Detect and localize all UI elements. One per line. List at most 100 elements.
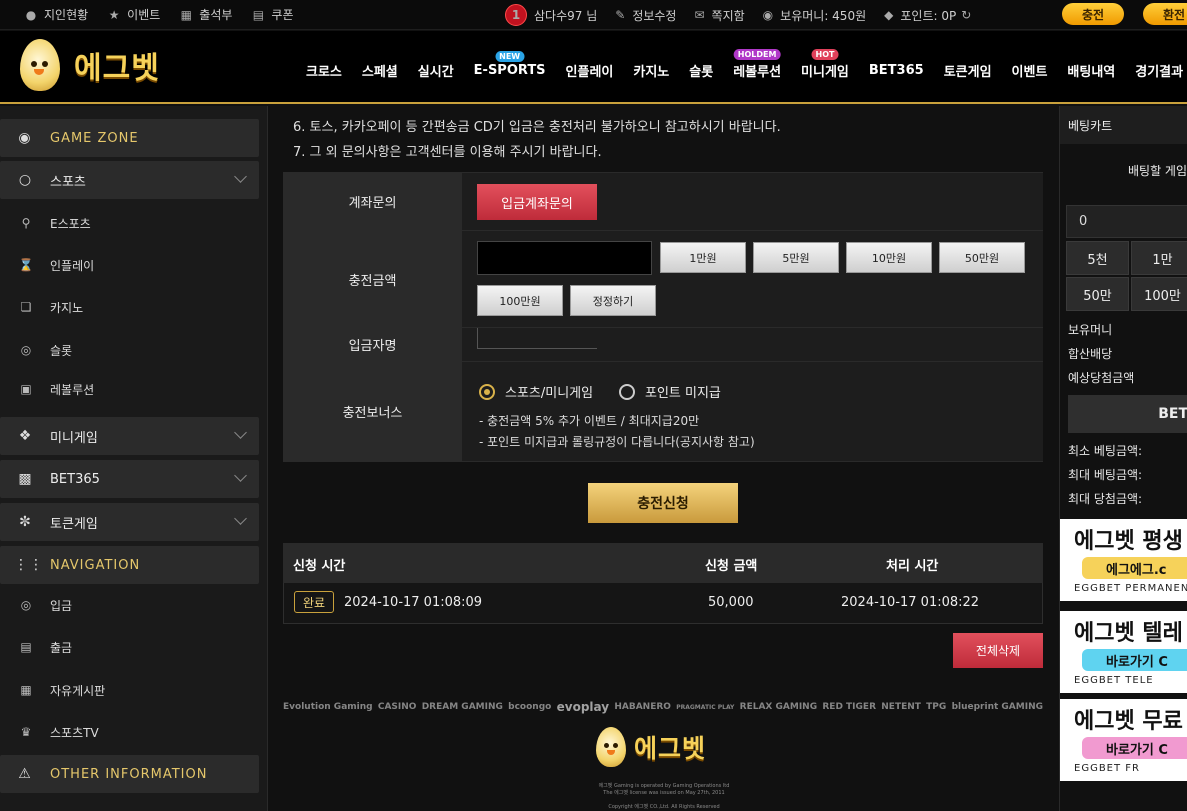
footer-fine-print: 에그벳 Gaming is operated by Gaming Operati…	[598, 783, 730, 789]
main-content: 6. 토스, 카카오페이 등 간편송금 CD기 입금은 충전처리 불가하오니 참…	[270, 106, 1058, 811]
amount-50k-button[interactable]: 5만원	[753, 242, 839, 273]
sidebar-item-board[interactable]: ▦ 자유게시판	[0, 675, 259, 705]
sidebar-item-inplay[interactable]: ⌛ 인플레이	[0, 250, 259, 280]
chevron-down-icon	[234, 512, 247, 525]
table-row: 완료 2024-10-17 01:08:09 50,000 2024-10-17…	[283, 583, 1043, 624]
top-link-attendance[interactable]: ▦ 출석부	[179, 6, 233, 23]
sidebar-item-deposit[interactable]: ◎ 입금	[0, 590, 259, 620]
nav-item-label: 카지노	[633, 64, 670, 80]
provider-logo: evoplay	[556, 700, 610, 714]
bet-5k-button[interactable]: 5천	[1066, 241, 1129, 275]
sidebar-section-game-zone: ◉ GAME ZONE	[0, 119, 259, 157]
nav-item-label: E-SPORTS	[473, 62, 546, 78]
bet-10k-button[interactable]: 1만	[1131, 241, 1187, 275]
top-left-menu: ● 지인현황 ★ 이벤트 ▦ 출석부 ▤ 쿠폰	[0, 6, 313, 23]
amount-10k-button[interactable]: 1만원	[660, 242, 746, 273]
sidebar-item-sports[interactable]: ○ 스포츠	[0, 161, 259, 199]
amount-input[interactable]	[477, 241, 652, 275]
status-badge: 완료	[294, 591, 335, 613]
user-info: 1 삼다수97 님	[505, 4, 597, 26]
nav-item-10[interactable]: 토큰게임	[944, 61, 992, 80]
footer-fine-print: The 에그벳 license was issued on May 27th, …	[603, 790, 725, 796]
bonus-radio-sports[interactable]: 스포츠/미니게임	[479, 382, 593, 401]
cart-expected-win: 예상당첨금액	[1068, 371, 1135, 385]
messages-link[interactable]: ✉ 쪽지함	[694, 7, 744, 24]
amount-1m-button[interactable]: 100만원	[477, 285, 563, 316]
bet-amount-input[interactable]: 0	[1066, 205, 1187, 238]
provider-logo: PRAGMATIC PLAY	[676, 703, 735, 711]
sidebar-item-sportstv[interactable]: ♛ 스포츠TV	[0, 717, 259, 747]
depositor-name-input[interactable]	[477, 328, 597, 349]
bet-1m-button[interactable]: 100만	[1131, 277, 1187, 311]
nav-item-12[interactable]: 배팅내역	[1067, 61, 1115, 80]
sidebar-item-esports[interactable]: ⚲ E스포츠	[0, 208, 259, 238]
nav-item-3[interactable]: E-SPORTS NEW	[473, 50, 546, 78]
nav-item-1[interactable]: 스페셜	[362, 61, 398, 80]
header: 에그벳 크로스 스페셜 실시간 E-SPORTS NEW 인플레이 카지노 슬롯 레볼루션 HOL…	[0, 31, 1187, 104]
site-logo[interactable]: 에그벳	[20, 39, 160, 91]
envelope-icon: ✉	[694, 8, 705, 22]
nav-item-label: 슬롯	[689, 64, 714, 80]
amount-reset-button[interactable]: 정정하기	[570, 285, 656, 316]
nav-item-9[interactable]: BET365	[869, 63, 924, 78]
basketball-icon: ○	[18, 172, 32, 188]
top-link-event[interactable]: ★ 이벤트	[107, 6, 161, 23]
promo-banner-free[interactable]: 에그벳 무료 바로가기 C EGGBET FR	[1060, 699, 1187, 781]
bet-500k-button[interactable]: 50만	[1066, 277, 1129, 311]
nav-item-label: 미니게임	[801, 64, 849, 80]
nav-item-label: 스페셜	[361, 64, 398, 80]
sidebar-item-revolution[interactable]: ▣ 레볼루션	[0, 374, 259, 404]
board-icon: ▦	[20, 683, 32, 697]
bonus-radio-no-point[interactable]: 포인트 미지급	[619, 382, 721, 401]
bonus-note: - 포인트 미지급과 롤링규정이 다릅니다(공지사항 참고)	[479, 435, 755, 449]
refresh-icon[interactable]: ↻	[961, 8, 971, 22]
form-label: 입금자명	[283, 328, 462, 361]
account-inquiry-button[interactable]: 입금계좌문의	[477, 184, 597, 220]
nav-item-4[interactable]: 인플레이	[566, 61, 614, 80]
nav-item-label: 배팅내역	[1067, 64, 1116, 80]
provider-logo: RELAX GAMING	[739, 702, 818, 712]
bet-button[interactable]: BET	[1068, 395, 1187, 433]
nav-item-2[interactable]: 실시간	[418, 61, 454, 80]
nav-item-label: 인플레이	[565, 64, 614, 80]
exchange-button[interactable]: 환전	[1143, 3, 1187, 25]
nav-item-0[interactable]: 크로스	[306, 61, 342, 80]
nav-item-11[interactable]: 이벤트	[1012, 61, 1048, 80]
provider-logo: HABANERO	[614, 702, 671, 712]
promo-banner-permanent[interactable]: 에그벳 평생 에그에그.c EGGBET PERMANEN	[1060, 519, 1187, 601]
notice-line: 6. 토스, 카카오페이 등 간편송금 CD기 입금은 충전처리 불가하오니 참…	[293, 120, 781, 135]
main-nav: 크로스 스페셜 실시간 E-SPORTS NEW 인플레이 카지노 슬롯 레볼루션 HOLDEM 미…	[296, 48, 1187, 80]
top-bar: ● 지인현황 ★ 이벤트 ▦ 출석부 ▤ 쿠폰 1 삼다수97 님 ✎ 정보수정 ✉ 쪽지함 …	[0, 0, 1187, 30]
pencil-icon: ✎	[615, 8, 626, 22]
sidebar-section-other: ⚠ OTHER INFORMATION	[0, 755, 259, 793]
charge-button[interactable]: 충전	[1062, 3, 1124, 25]
footer-copyright: Copyright 에그벳 CO.,Ltd. All Rights Reserv…	[608, 804, 720, 810]
nav-item-label: 크로스	[306, 64, 342, 80]
cart-min-bet: 최소 베팅금액:	[1068, 444, 1143, 458]
nav-item-6[interactable]: 슬롯	[689, 61, 713, 80]
top-link-referral[interactable]: ● 지인현황	[24, 6, 88, 23]
chevron-down-icon	[234, 170, 247, 183]
sidebar-item-withdraw[interactable]: ▤ 출금	[0, 632, 259, 662]
sidebar-item-slot[interactable]: ◎ 슬롯	[0, 335, 259, 365]
cart-combined-odds: 합산배당	[1068, 347, 1113, 361]
nav-item-13[interactable]: 경기결과	[1135, 61, 1183, 80]
joystick-icon: ⚲	[21, 216, 31, 230]
sidebar-item-minigame[interactable]: ❖ 미니게임	[0, 417, 259, 455]
profile-edit-link[interactable]: ✎ 정보수정	[615, 7, 676, 24]
nav-item-5[interactable]: 카지노	[633, 61, 669, 80]
amount-100k-button[interactable]: 10만원	[846, 242, 932, 273]
promo-banner-telegram[interactable]: 에그벳 텔레 바로가기 C EGGBET TELE	[1060, 611, 1187, 693]
sidebar-item-bet365[interactable]: ▩ BET365	[0, 460, 259, 498]
nav-item-7[interactable]: 레볼루션 HOLDEM	[733, 48, 781, 80]
deposit-form: 계좌문의 입금계좌문의 충전금액 1만원 5만원 10만원 50만원 100만원…	[283, 172, 1043, 462]
sidebar-item-token[interactable]: ✼ 토큰게임	[0, 503, 259, 541]
slot-icon: ◎	[20, 343, 32, 357]
sidebar-item-casino[interactable]: ❏ 카지노	[0, 292, 259, 322]
amount-500k-button[interactable]: 50만원	[939, 242, 1025, 273]
bonus-note: - 충전금액 5% 추가 이벤트 / 최대지급20만	[479, 414, 700, 428]
top-link-coupon[interactable]: ▤ 쿠폰	[251, 6, 294, 23]
delete-all-button[interactable]: 전체삭제	[953, 633, 1043, 668]
nav-item-8[interactable]: 미니게임 HOT	[801, 48, 849, 80]
deposit-submit-button[interactable]: 충전신청	[588, 483, 738, 523]
